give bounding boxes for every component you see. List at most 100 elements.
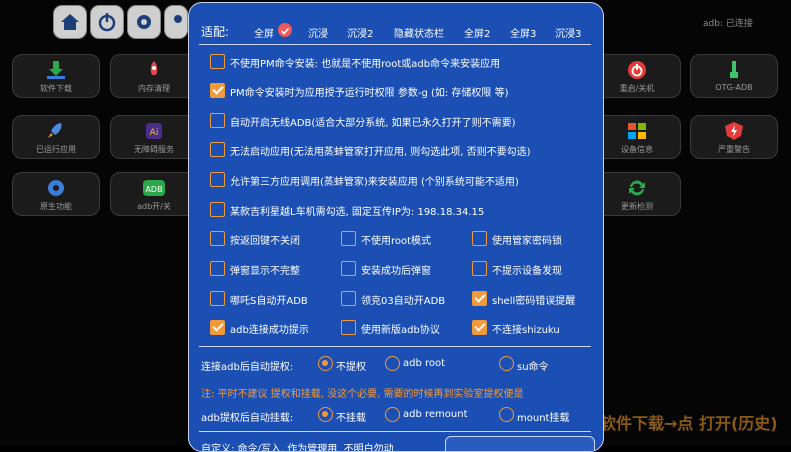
mount-option: mount挂载 [517,413,570,424]
privilege-option: adb root [403,358,446,369]
grid-checkbox[interactable] [341,231,356,246]
windows-icon [628,123,646,139]
tile-label: 严重警告 [718,145,750,154]
privilege-radio[interactable] [385,356,400,371]
tile-label: 已运行应用 [36,145,76,154]
option-checkbox[interactable] [210,54,225,69]
tile-device-info[interactable]: 设备信息 [593,115,681,159]
tile-label: adb开/关 [137,202,171,211]
gear-blue-icon [48,180,64,196]
tile-otg-adb[interactable]: OTG-ADB [690,54,778,98]
grid-checkbox[interactable] [341,261,356,276]
tile-restart-shutdown[interactable]: 重启/关机 [593,54,681,98]
tile-accessibility[interactable]: Ai 无障碍服务 [110,115,198,159]
grid-checkbox[interactable] [210,320,225,335]
rocket-icon [150,61,158,75]
tile-label: 软件下载 [40,84,72,93]
settings-button[interactable] [127,5,161,39]
tile-label: 重启/关机 [619,84,655,93]
grid-label: 使用管家密码锁 [492,236,562,247]
option-label: 自动开启无线ADB(适合大部分系统, 如果已永久打开了则不需要) [230,118,516,129]
mode-immersive[interactable]: 沉浸 [308,25,328,40]
option-checkbox[interactable] [210,142,225,157]
grid-label: 按返回键不关闭 [230,236,300,247]
option-label: 允许第三方应用调用(蒸蚌管家)来安装应用 (个别系统可能不适用) [230,177,519,188]
grid-checkbox[interactable] [210,231,225,246]
tile-native-function[interactable]: 原生功能 [12,172,100,216]
power-red-icon [628,61,646,79]
option-label: 某款吉利星越L车机需勾选, 固定互传IP为: 198.18.34.15 [230,207,485,218]
rocket-launch-icon [48,123,62,138]
mount-radio[interactable] [385,407,400,422]
option-checkbox[interactable] [210,172,225,187]
tile-label: 无障碍服务 [134,145,174,154]
tile-running-apps[interactable]: 已运行应用 [12,115,100,159]
tile-label: 设备信息 [621,145,653,154]
home-button[interactable] [53,5,87,39]
privilege-radio[interactable] [318,356,333,371]
tile-severe-warning[interactable]: 严重警告 [690,115,778,159]
tile-label: 内存清理 [138,84,170,93]
grid-checkbox[interactable] [341,320,356,335]
tile-label: 原生功能 [40,202,72,211]
privilege-note: 注: 平时不建议 提权和挂载, 没这个必要, 需要的时候再到实验室提权便是 [201,389,524,400]
mode-fullscreen[interactable]: 全屏 [254,25,274,40]
grid-checkbox[interactable] [472,320,487,335]
grid-checkbox[interactable] [341,291,356,306]
tile-label: 更新检测 [621,202,653,211]
option-label: 无法启动应用(无法用蒸蚌管家打开应用, 则勾选此项, 否则不要勾选) [230,147,531,158]
mode-immersive3[interactable]: 沉浸3 [555,25,581,40]
option-label: PM命令安装时为应用授予运行时权限 参数-g (如: 存储权限 等) [230,88,509,99]
privilege-option: su命令 [517,362,549,373]
dialog-title: 适配: [201,25,230,39]
option-checkbox[interactable] [210,113,225,128]
custom-command-button[interactable] [445,436,595,451]
grid-checkbox[interactable] [472,291,487,306]
option-checkbox[interactable] [210,202,225,217]
download-icon [47,61,65,79]
divider [199,431,591,432]
divider [199,44,591,45]
power-button[interactable] [90,5,124,39]
grid-label: 不连接shizuku [492,325,560,336]
mount-option: 不挂载 [336,413,366,424]
grid-checkbox[interactable] [210,291,225,306]
option-checkbox[interactable] [210,83,225,98]
grid-label: shell密码错误提醒 [492,296,576,307]
tile-label: OTG-ADB [715,83,753,92]
custom-command-label: 自定义: 命令/写入. 作为管理用. 不明白勿动 [201,444,394,452]
grid-label: 不使用root模式 [361,236,432,247]
gear-icon [137,15,151,29]
usb-icon [730,61,738,78]
grid-label: 使用新版adb协议 [361,325,440,336]
grid-label: 不提示设备发现 [492,266,562,277]
grid-checkbox[interactable] [472,261,487,276]
grid-label: adb连接成功提示 [230,325,309,336]
grid-label: 弹窗显示不完整 [230,266,300,277]
grid-checkbox[interactable] [472,231,487,246]
mode-fullscreen3[interactable]: 全屏3 [510,25,536,40]
user-button[interactable] [164,5,188,39]
tile-adb-toggle[interactable]: ADB adb开/关 [110,172,198,216]
grid-label: 安装成功后弹窗 [361,266,431,277]
grid-label: 哪吒S自动开ADB [230,296,308,307]
warning-shield-icon [725,122,743,140]
mode-hide-statusbar[interactable]: 隐藏状态栏 [394,25,444,40]
power-icon [98,13,116,32]
background-hint: 软件下载→点 打开(历史) [600,414,778,433]
privilege-option: 不提权 [336,362,366,373]
tile-software-download[interactable]: 软件下载 [12,54,100,98]
grid-checkbox[interactable] [210,261,225,276]
svg-text:ADB: ADB [145,185,162,194]
mode-immersive2[interactable]: 沉浸2 [347,25,373,40]
mount-radio[interactable] [499,407,514,422]
mode-fullscreen2[interactable]: 全屏2 [464,25,490,40]
privilege-radio[interactable] [499,356,514,371]
divider [199,346,591,347]
user-icon [174,15,182,23]
tile-update-check[interactable]: 更新检测 [593,172,681,216]
ai-icon: Ai [146,123,162,139]
mount-radio[interactable] [318,407,333,422]
tile-memory-clean[interactable]: 内存清理 [110,54,198,98]
auto-privilege-label: 连接adb后自动提权: [201,362,294,373]
